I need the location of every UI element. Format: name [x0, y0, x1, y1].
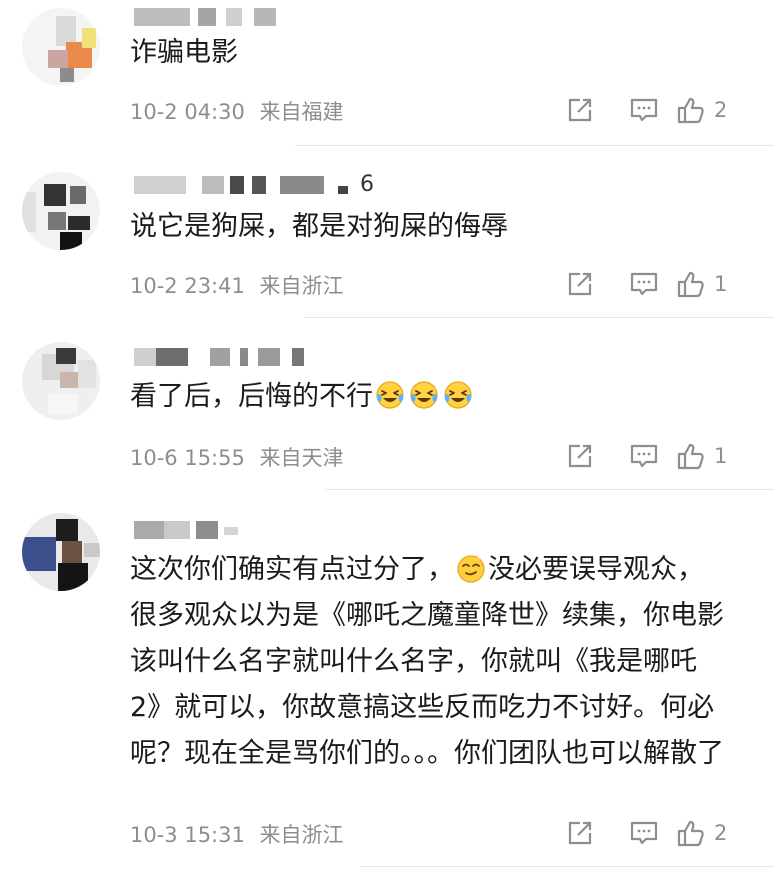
divider: [325, 489, 774, 490]
divider: [295, 145, 774, 146]
comment-text-before: 这次你们确实有点过分了，: [130, 554, 454, 585]
comment-meta: 10-6 15:55 来自天津: [130, 442, 344, 472]
comment-actions: 2: [548, 92, 746, 128]
like-count: 2: [714, 821, 728, 845]
comment-button[interactable]: [612, 438, 676, 474]
forward-button[interactable]: [548, 815, 612, 851]
divider: [360, 866, 774, 867]
avatar[interactable]: [22, 513, 100, 591]
comment-meta: 10-2 04:30 来自福建: [130, 96, 344, 126]
comment-location: 来自浙江: [259, 274, 344, 298]
comment-button[interactable]: [612, 815, 676, 851]
comment-bubble-icon: [630, 98, 658, 122]
comment-time: 10-6 15:55: [130, 446, 245, 470]
comment-location: 来自浙江: [259, 823, 344, 847]
comment-button[interactable]: [612, 266, 676, 302]
forward-button[interactable]: [548, 92, 612, 128]
comment-bubble-icon: [630, 272, 658, 296]
thumbs-up-icon: [677, 271, 704, 298]
forward-button[interactable]: [548, 266, 612, 302]
comment-text-after: 没必要误导观众，很多观众以为是《哪吒之魔童降世》续集，你电影该叫什么名字就叫什么…: [130, 554, 724, 769]
comment-actions: 1: [548, 438, 746, 474]
comment-item: 这次你们确实有点过分了， 没必要误导观众，很多观众以为是《哪吒之魔童降世》续集，你…: [0, 505, 774, 882]
crying-laughing-emoji: [444, 381, 472, 409]
share-forward-icon: [568, 821, 592, 845]
thumbs-up-icon: [677, 443, 704, 470]
like-count: 1: [714, 444, 728, 468]
comment-item: 6 说它是狗屎，都是对狗屎的侮辱 10-2 23:41 来自浙江 1: [0, 160, 774, 320]
avatar[interactable]: [22, 342, 100, 420]
comment-time: 10-2 23:41: [130, 274, 245, 298]
emoji-group: [373, 381, 475, 412]
comment-meta: 10-2 23:41 来自浙江: [130, 270, 344, 300]
divider: [305, 317, 774, 318]
comment-bubble-icon: [630, 444, 658, 468]
like-button[interactable]: 2: [676, 815, 746, 851]
share-forward-icon: [568, 272, 592, 296]
comment-actions: 1: [548, 266, 746, 302]
comment-text: 诈骗电影: [130, 37, 238, 68]
comment-item: 看了后，后悔的不行 10-6 15:55 来自天津 1: [0, 332, 774, 492]
comment-bubble-icon: [630, 821, 658, 845]
comment-location: 来自天津: [259, 446, 344, 470]
username-suffix: 6: [360, 172, 374, 197]
share-forward-icon: [568, 98, 592, 122]
comment-meta: 10-3 15:31 来自浙江: [130, 819, 344, 849]
comment-text: 说它是狗屎，都是对狗屎的侮辱: [130, 211, 508, 242]
forward-button[interactable]: [548, 438, 612, 474]
crying-laughing-emoji: [376, 381, 404, 409]
comment-actions: 2: [548, 815, 746, 851]
like-button[interactable]: 2: [676, 92, 746, 128]
comment-text: 这次你们确实有点过分了， 没必要误导观众，很多观众以为是《哪吒之魔童降世》续集，你…: [130, 547, 730, 777]
like-count: 2: [714, 98, 728, 122]
comment-location: 来自福建: [259, 100, 344, 124]
sly-smile-emoji: [457, 555, 485, 583]
comment-time: 10-2 04:30: [130, 100, 245, 124]
avatar[interactable]: [22, 172, 100, 250]
comment-button[interactable]: [612, 92, 676, 128]
comment-text-body: 看了后，后悔的不行: [130, 381, 373, 412]
crying-laughing-emoji: [410, 381, 438, 409]
like-button[interactable]: 1: [676, 438, 746, 474]
thumbs-up-icon: [677, 820, 704, 847]
avatar[interactable]: [22, 8, 100, 86]
like-button[interactable]: 1: [676, 266, 746, 302]
thumbs-up-icon: [677, 97, 704, 124]
comment-item: 诈骗电影 10-2 04:30 来自福建 2: [0, 0, 774, 145]
comment-text: 看了后，后悔的不行: [130, 374, 740, 420]
comment-time: 10-3 15:31: [130, 823, 245, 847]
share-forward-icon: [568, 444, 592, 468]
like-count: 1: [714, 272, 728, 296]
